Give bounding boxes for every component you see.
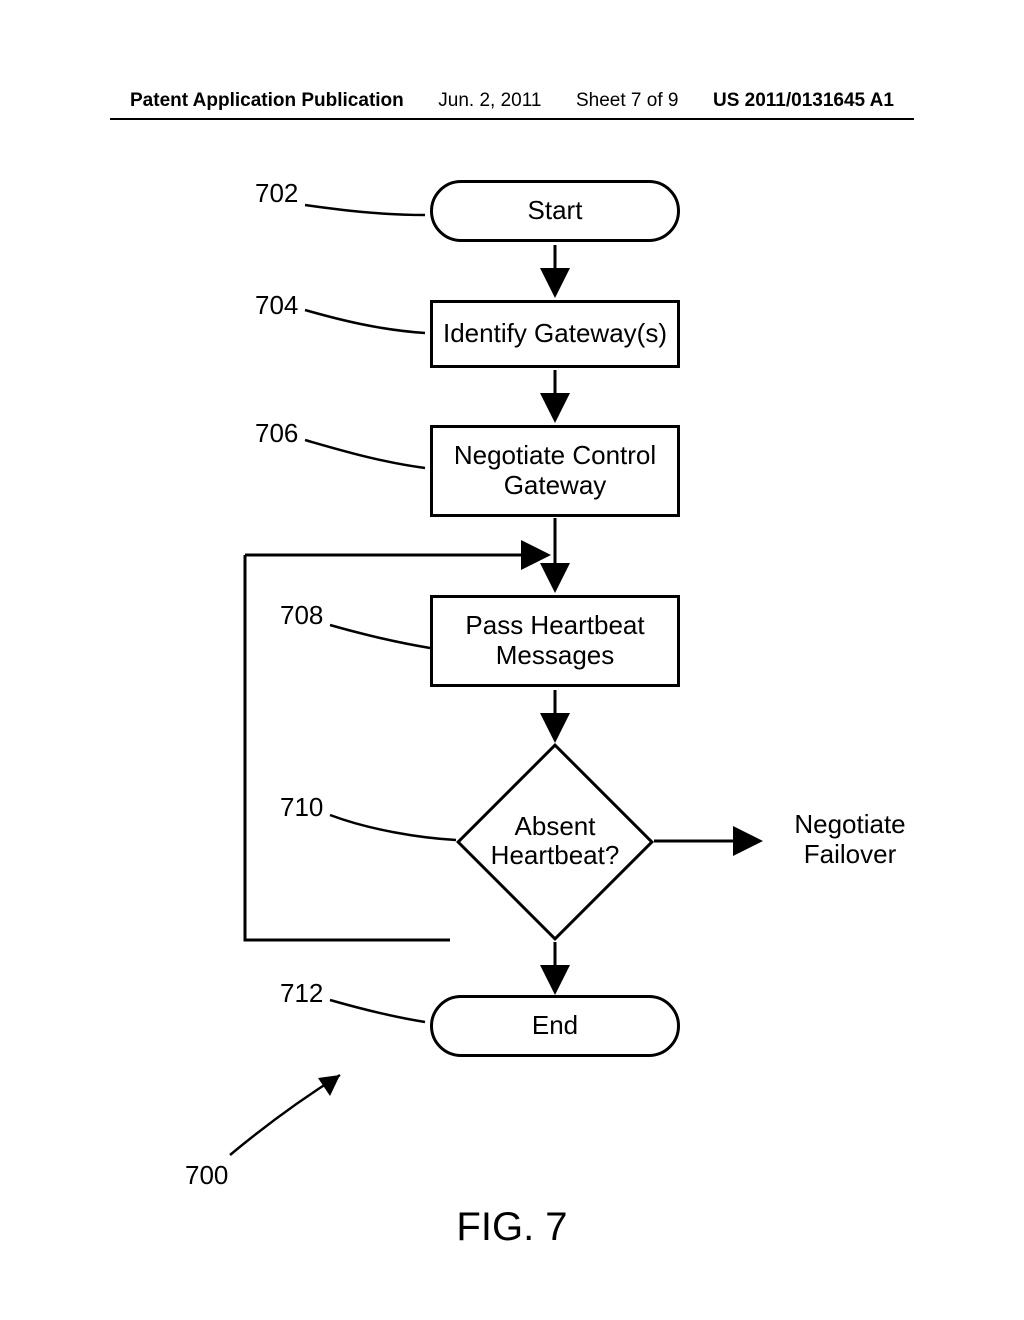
- figure-title: FIG. 7: [0, 1205, 1024, 1250]
- node-identify-gateways: Identify Gateway(s): [430, 300, 680, 368]
- header-sheet: Sheet 7 of 9: [576, 90, 678, 112]
- ref-712: 712: [280, 978, 323, 1009]
- node-end: End: [430, 995, 680, 1057]
- node-identify-label: Identify Gateway(s): [443, 319, 667, 349]
- ref-704: 704: [255, 290, 298, 321]
- node-pass-heartbeat-label: Pass Heartbeat Messages: [465, 611, 644, 671]
- node-decision-label: Absent Heartbeat?: [455, 812, 655, 869]
- ref-700: 700: [185, 1160, 228, 1191]
- node-start-label: Start: [528, 196, 583, 226]
- ref-708: 708: [280, 600, 323, 631]
- node-end-label: End: [532, 1011, 578, 1041]
- header-pubno: US 2011/0131645 A1: [713, 90, 894, 112]
- page-header: Patent Application Publication Jun. 2, 2…: [0, 90, 1024, 112]
- ref-710: 710: [280, 792, 323, 823]
- ref-702: 702: [255, 178, 298, 209]
- header-left: Patent Application Publication: [130, 90, 404, 112]
- header-rule: [110, 118, 914, 120]
- ref-706: 706: [255, 418, 298, 449]
- node-start: Start: [430, 180, 680, 242]
- label-negotiate-failover: Negotiate Failover: [770, 810, 930, 870]
- node-decision: Absent Heartbeat?: [455, 742, 655, 942]
- node-negotiate-control-label: Negotiate Control Gateway: [454, 441, 656, 501]
- node-pass-heartbeat: Pass Heartbeat Messages: [430, 595, 680, 687]
- header-date: Jun. 2, 2011: [438, 90, 541, 112]
- node-negotiate-control: Negotiate Control Gateway: [430, 425, 680, 517]
